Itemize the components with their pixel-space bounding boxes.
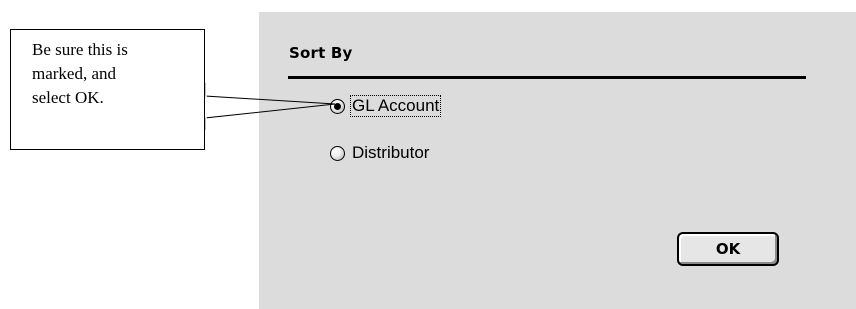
radio-selected-icon[interactable] xyxy=(330,98,345,114)
radio-unselected-icon[interactable] xyxy=(330,145,345,161)
ok-button[interactable]: OK xyxy=(677,232,779,266)
callout-line-1: Be sure this is xyxy=(32,40,128,59)
sort-by-heading: Sort By xyxy=(289,44,353,62)
callout-line-3: select OK. xyxy=(32,88,104,107)
group-divider xyxy=(288,76,806,79)
radio-option-gl-account[interactable]: GL Account xyxy=(330,94,442,118)
sort-dialog: Sort By GL Account Distributor OK xyxy=(259,12,856,309)
radio-label-gl-account[interactable]: GL Account xyxy=(349,95,442,117)
callout-line-2: marked, and xyxy=(32,64,117,83)
instruction-callout: Be sure this is marked, and select OK. xyxy=(10,29,205,150)
radio-option-distributor[interactable]: Distributor xyxy=(330,141,430,165)
radio-label-distributor[interactable]: Distributor xyxy=(351,143,430,163)
